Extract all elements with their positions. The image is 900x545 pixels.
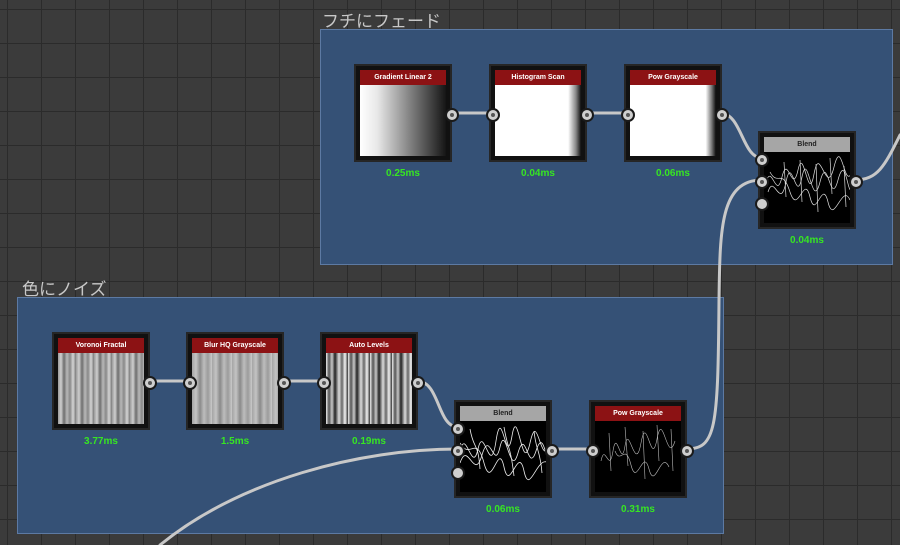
node-title: Blend xyxy=(460,406,546,421)
node-time: 0.06ms xyxy=(486,504,520,515)
preview-noise-lines xyxy=(460,426,546,480)
node-title: Blend xyxy=(764,137,850,152)
output-port[interactable] xyxy=(580,108,594,122)
node-preview-image xyxy=(460,421,546,492)
node-preview-image xyxy=(764,152,850,223)
input-port-2[interactable] xyxy=(451,444,465,458)
node-pow-grayscale-bottom[interactable]: Pow Grayscale 0.31ms xyxy=(586,400,694,515)
preview-noise-lines xyxy=(600,424,676,480)
node-preview-image xyxy=(326,353,412,424)
output-port[interactable] xyxy=(680,444,694,458)
output-port[interactable] xyxy=(411,376,425,390)
input-port-1[interactable] xyxy=(451,422,465,436)
node-title: Blur HQ Grayscale xyxy=(192,338,278,353)
node-time: 0.25ms xyxy=(386,168,420,179)
node-gradient-linear[interactable]: Gradient Linear 2 0.25ms xyxy=(354,64,459,179)
node-blend-bottom[interactable]: Blend 0.06ms xyxy=(451,400,559,515)
output-port[interactable] xyxy=(277,376,291,390)
node-title: Auto Levels xyxy=(326,338,412,353)
node-title: Histogram Scan xyxy=(495,70,581,85)
node-time: 0.19ms xyxy=(352,436,386,447)
output-port[interactable] xyxy=(143,376,157,390)
node-time: 0.04ms xyxy=(790,235,824,246)
node-title: Pow Grayscale xyxy=(630,70,716,85)
output-port[interactable] xyxy=(445,108,459,122)
node-preview-image xyxy=(192,353,278,424)
node-time: 0.06ms xyxy=(656,168,690,179)
input-port[interactable] xyxy=(317,376,331,390)
node-pow-grayscale-top[interactable]: Pow Grayscale 0.06ms xyxy=(621,64,729,179)
output-port[interactable] xyxy=(545,444,559,458)
output-port[interactable] xyxy=(849,175,863,189)
node-histogram-scan[interactable]: Histogram Scan 0.04ms xyxy=(486,64,594,179)
node-voronoi-fractal[interactable]: Voronoi Fractal 3.77ms xyxy=(52,332,157,447)
node-title: Pow Grayscale xyxy=(595,406,681,421)
node-preview-image xyxy=(495,85,581,156)
node-preview-image xyxy=(58,353,144,424)
input-port[interactable] xyxy=(621,108,635,122)
node-preview-image xyxy=(360,85,446,156)
output-port[interactable] xyxy=(715,108,729,122)
input-port[interactable] xyxy=(486,108,500,122)
node-title: Gradient Linear 2 xyxy=(360,70,446,85)
node-time: 0.31ms xyxy=(621,504,655,515)
preview-noise-lines xyxy=(765,156,850,213)
node-time: 1.5ms xyxy=(220,436,250,447)
input-port[interactable] xyxy=(586,444,600,458)
input-port-3[interactable] xyxy=(755,197,769,211)
node-time: 3.77ms xyxy=(84,436,118,447)
input-port[interactable] xyxy=(183,376,197,390)
node-blur-hq-grayscale[interactable]: Blur HQ Grayscale 1.5ms xyxy=(183,332,291,447)
input-port-1[interactable] xyxy=(755,153,769,167)
node-title: Voronoi Fractal xyxy=(58,338,144,353)
node-preview-image xyxy=(630,85,716,156)
node-blend-top[interactable]: Blend 0.04ms xyxy=(755,131,863,246)
node-preview-image xyxy=(595,421,681,492)
input-port-2[interactable] xyxy=(755,175,769,189)
node-auto-levels[interactable]: Auto Levels 0.19ms xyxy=(317,332,425,447)
node-time: 0.04ms xyxy=(521,168,555,179)
input-port-3[interactable] xyxy=(451,466,465,480)
